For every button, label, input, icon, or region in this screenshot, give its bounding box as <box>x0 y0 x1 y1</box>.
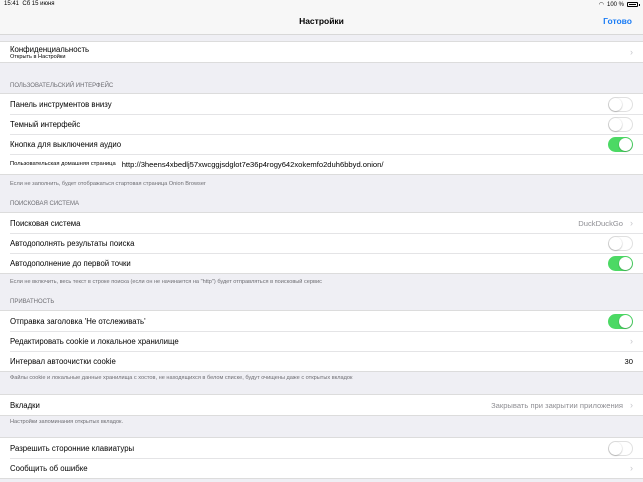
chevron-right-icon: › <box>630 218 633 228</box>
toggle-knob <box>619 256 632 270</box>
tabs-row[interactable]: Вкладки Закрывать при закрытии приложени… <box>0 395 643 415</box>
homepage-row[interactable]: Пользовательская домашняя страница http:… <box>0 154 643 174</box>
toggle-knob <box>609 236 622 250</box>
privacy-label: Конфиденциальность <box>10 44 90 54</box>
search-engine-value: DuckDuckGo <box>578 218 623 228</box>
privacy-label-container: Конфиденциальность Открыть в Настройки <box>10 45 627 60</box>
toolbar-bottom-label: Панель инструментов внизу <box>10 99 112 109</box>
done-button[interactable]: Готово <box>603 16 632 26</box>
report-bug-label: Сообщить об ошибке <box>10 463 88 473</box>
autocomplete-label: Автодополнять результаты поиска <box>10 238 135 248</box>
cookie-interval-label: Интервал автоочистки cookie <box>10 356 116 366</box>
mute-button-row: Кнопка для выключения аудио <box>0 134 643 154</box>
toolbar-bottom-row: Панель инструментов внизу <box>0 94 643 114</box>
cookie-interval-row[interactable]: Интервал автоочистки cookie 30 <box>0 351 643 371</box>
autocomplete-row: Автодополнять результаты поиска <box>0 233 643 253</box>
dnt-row: Отправка заголовка 'Не отслеживать' <box>0 311 643 331</box>
edit-cookies-row[interactable]: Редактировать cookie и локальное хранили… <box>0 331 643 351</box>
tabs-section-footer: Настройки запоминания открытых вкладок. <box>10 419 124 425</box>
autocomplete-toggle[interactable] <box>608 235 633 251</box>
dark-ui-toggle[interactable] <box>608 116 633 132</box>
third-party-keyboards-row: Разрешить сторонние клавиатуры <box>0 438 643 458</box>
search-engine-row[interactable]: Поисковая система DuckDuckGo › <box>0 213 643 233</box>
chevron-right-icon: › <box>630 400 633 410</box>
ui-group: Панель инструментов внизу Темный интерфе… <box>0 93 643 175</box>
cookie-interval-value[interactable]: 30 <box>625 357 633 366</box>
time-text: 15:41 <box>4 1 20 7</box>
privacy-section-group: Отправка заголовка 'Не отслеживать' Реда… <box>0 310 643 372</box>
tabs-group: Вкладки Закрывать при закрытии приложени… <box>0 394 643 416</box>
ui-section-footer: Если не заполнить, будет отображаться ст… <box>10 181 206 187</box>
mute-button-toggle[interactable] <box>608 136 633 152</box>
privacy-section-header: ПРИВАТНОСТЬ <box>10 299 55 305</box>
edit-cookies-label: Редактировать cookie и локальное хранили… <box>10 336 179 346</box>
search-group: Поисковая система DuckDuckGo › Автодопол… <box>0 212 643 274</box>
toggle-knob <box>609 117 622 131</box>
mute-button-label: Кнопка для выключения аудио <box>10 139 122 149</box>
autocomplete-dot-label: Автодополнение до первой точки <box>10 258 131 268</box>
third-party-keyboards-toggle[interactable] <box>608 440 633 456</box>
toggle-knob <box>609 441 622 455</box>
toggle-knob <box>609 97 622 111</box>
toggle-knob <box>619 137 632 151</box>
date-text: Сб 15 июня <box>22 1 55 7</box>
status-bar: 15:41 Сб 15 июня ◠ 100 % <box>0 0 643 10</box>
search-engine-label: Поисковая система <box>10 218 81 228</box>
privacy-sublabel: Открыть в Настройки <box>10 53 66 60</box>
privacy-settings-row[interactable]: Конфиденциальность Открыть в Настройки › <box>0 42 643 62</box>
search-section-header: ПОИСКОВАЯ СИСТЕМА <box>10 201 79 207</box>
chevron-right-icon: › <box>630 47 633 57</box>
autocomplete-dot-row: Автодополнение до первой точки <box>0 253 643 273</box>
dnt-label: Отправка заголовка 'Не отслеживать' <box>10 316 146 326</box>
toolbar-bottom-toggle[interactable] <box>608 96 633 112</box>
chevron-right-icon: › <box>630 463 633 473</box>
navigation-bar: Настройки Готово <box>0 10 643 35</box>
privacy-group: Конфиденциальность Открыть в Настройки › <box>0 41 643 63</box>
report-bug-row[interactable]: Сообщить об ошибке › <box>0 458 643 478</box>
page-title: Настройки <box>299 16 344 26</box>
battery-percent: 100 % <box>606 1 624 8</box>
homepage-input[interactable]: http://3heens4xbedlj57xwcggjsdglot7e36p4… <box>122 160 633 169</box>
dnt-toggle[interactable] <box>608 313 633 329</box>
battery-icon <box>627 2 640 7</box>
wifi-icon: ◠ <box>598 2 604 8</box>
homepage-label: Пользовательская домашняя страница <box>10 161 116 167</box>
status-time: 15:41 Сб 15 июня <box>4 1 55 7</box>
autocomplete-dot-toggle[interactable] <box>608 255 633 271</box>
misc-group: Разрешить сторонние клавиатуры Сообщить … <box>0 437 643 479</box>
dark-ui-row: Темный интерфейс <box>0 114 643 134</box>
tabs-label: Вкладки <box>10 400 40 410</box>
third-party-keyboards-label: Разрешить сторонние клавиатуры <box>10 443 135 453</box>
toggle-knob <box>619 314 632 328</box>
status-right: ◠ 100 % <box>598 1 640 8</box>
tabs-value: Закрывать при закрытии приложения <box>491 400 623 410</box>
privacy-section-footer: Файлы cookie и локальные данные хранилищ… <box>10 375 353 381</box>
dark-ui-label: Темный интерфейс <box>10 119 81 129</box>
ui-section-header: ПОЛЬЗОВАТЕЛЬСКИЙ ИНТЕРФЕЙС <box>10 83 114 89</box>
search-section-footer: Если не включить, весь текст в строке по… <box>10 279 322 285</box>
chevron-right-icon: › <box>630 336 633 346</box>
